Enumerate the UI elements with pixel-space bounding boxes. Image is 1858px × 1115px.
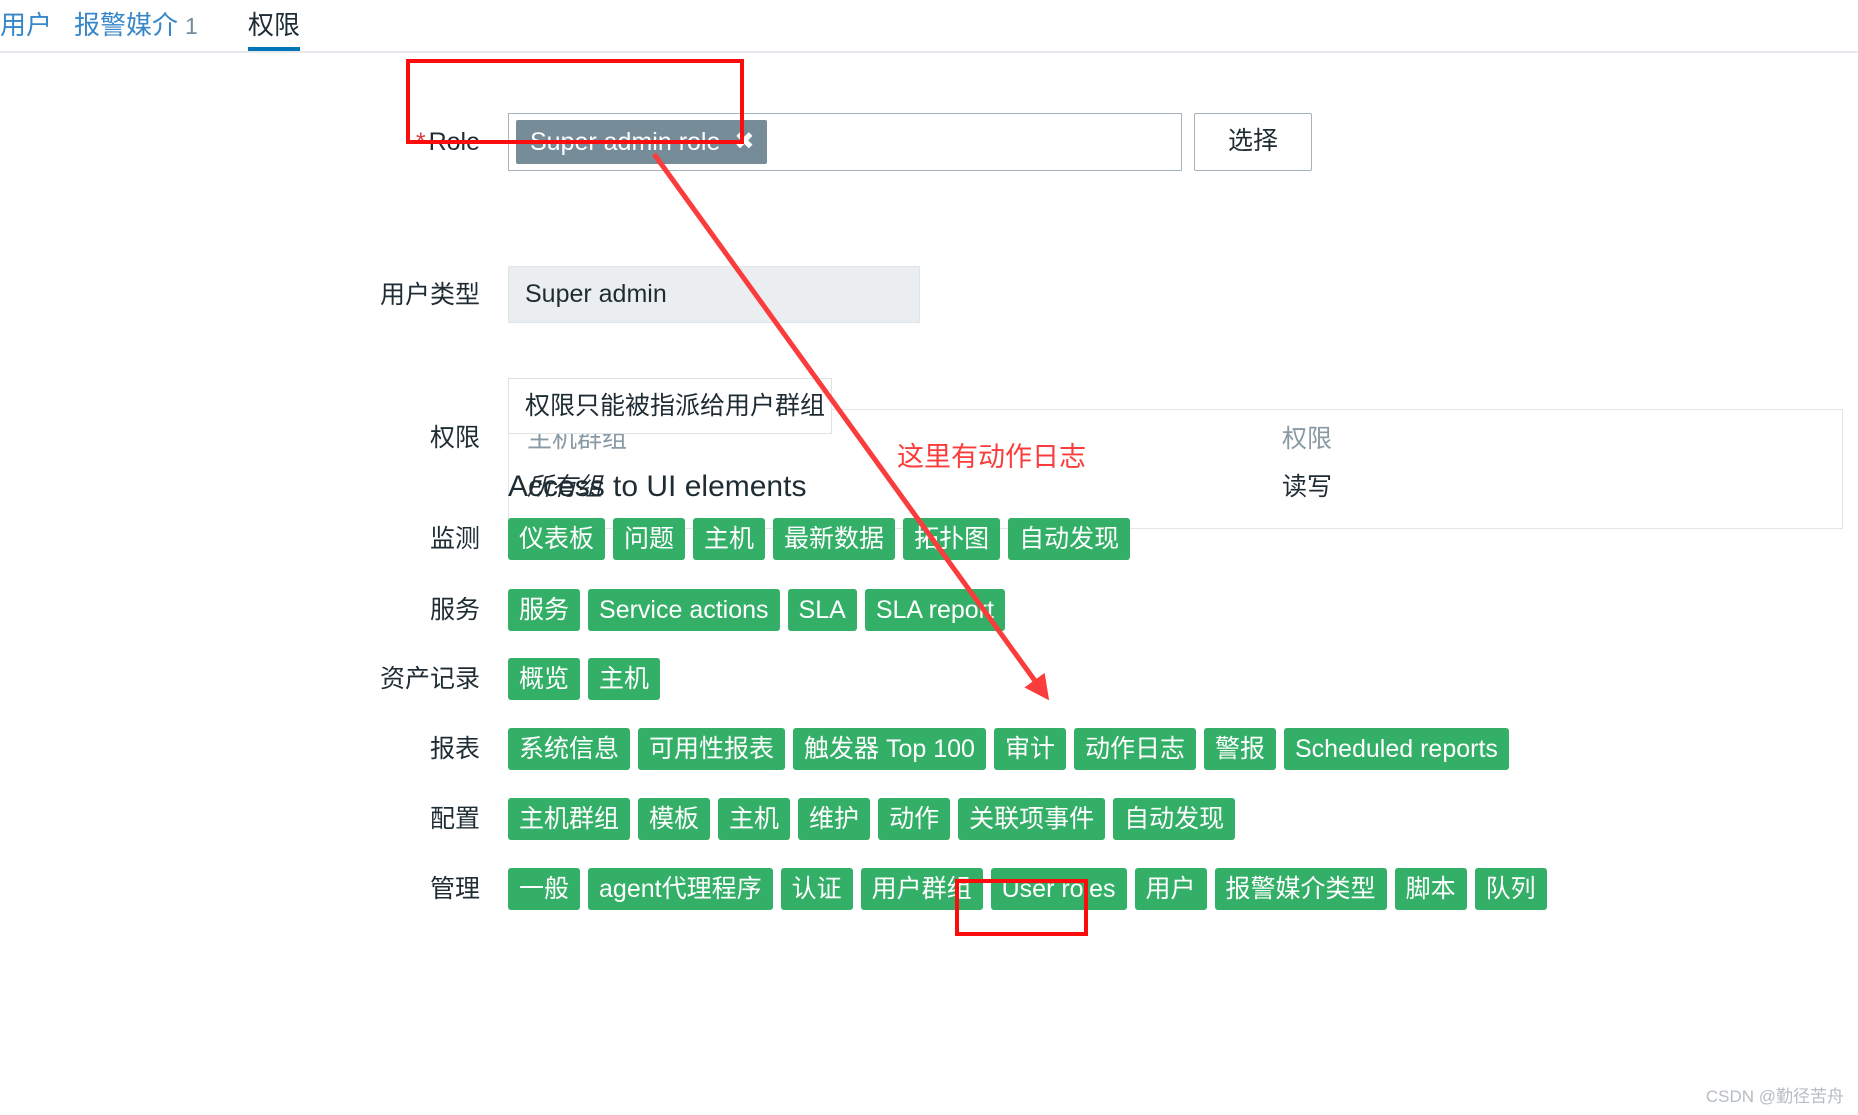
annotation-note-text: 这里有动作日志 <box>897 442 1086 472</box>
role-label: * Role <box>250 127 480 157</box>
ui-access-group-1: 服务 服务 Service actions SLA SLA report <box>0 589 1858 635</box>
ui-access-badge: 自动发现 <box>1008 518 1131 560</box>
ui-access-badge: 自动发现 <box>1113 798 1236 840</box>
ui-access-badge: 拓扑图 <box>903 518 1001 560</box>
tab-bar: 用户 报警媒介 1 权限 <box>0 0 1858 53</box>
ui-access-badge: 概览 <box>508 658 581 700</box>
ui-access-badge: 服务 <box>508 589 581 631</box>
ui-access-badge: 审计 <box>993 728 1066 770</box>
ui-access-badge: 队列 <box>1474 868 1547 910</box>
ui-access-badge: SLA report <box>864 589 1005 631</box>
ui-access-badge: 问题 <box>613 518 686 560</box>
ui-access-group-label: 管理 <box>429 875 480 903</box>
ui-access-group-label: 报表 <box>429 735 480 763</box>
ui-access-badge: 报警媒介类型 <box>1214 868 1387 910</box>
ui-access-badge-list: 一般 agent代理程序 认证 用户群组 User roles 用户 报警媒介类型 脚本 队列 <box>508 868 1555 910</box>
ui-access-group-2: 资产记录 概览 主机 <box>0 658 1858 704</box>
permissions-notice: 权限只能被指派给用户群组 <box>508 378 832 434</box>
ui-access-badge: SLA <box>787 589 857 631</box>
tab-users-label: 用户 <box>0 10 53 40</box>
ui-access-badge: 维护 <box>798 798 871 840</box>
tab-media-label: 报警媒介 <box>74 10 179 40</box>
user-type-label: 用户类型 <box>379 281 480 309</box>
ui-access-badge-list: 系统信息 可用性报表 触发器 Top 100 审计 动作日志 警报 Scheduled re… <box>508 728 1517 770</box>
ui-access-badge-list: 主机群组 模板 主机 维护 动作 关联项事件 自动发现 <box>508 798 1243 840</box>
user-type-value: Super admin <box>508 266 920 323</box>
tab-media-count: 1 <box>185 13 198 39</box>
required-asterisk: * <box>415 128 426 156</box>
ui-access-group-0: 监测 仪表板 问题 主机 最新数据 拓扑图 自动发现 <box>0 518 1858 564</box>
ui-access-badge: 主机 <box>718 798 791 840</box>
watermark: CSDN @勤径苦舟 <box>1705 1087 1844 1106</box>
ui-access-group-label: 资产记录 <box>379 665 480 693</box>
ui-access-badge: 用户 <box>1134 868 1207 910</box>
ui-access-badge: 主机群组 <box>508 798 631 840</box>
close-icon[interactable]: ✖ <box>734 120 754 164</box>
ui-access-badge: 认证 <box>780 868 853 910</box>
ui-access-badge-list: 服务 Service actions SLA SLA report <box>508 589 1013 631</box>
ui-access-badge: 动作日志 <box>1073 728 1196 770</box>
tab-media[interactable]: 报警媒介 1 <box>74 6 198 51</box>
ui-access-group-label: 监测 <box>429 525 480 553</box>
role-chip-label: Super admin role <box>530 128 721 156</box>
permissions-label: 权限 <box>429 424 480 452</box>
ui-access-group-4: 配置 主机群组 模板 主机 维护 动作 关联项事件 自动发现 <box>0 798 1858 844</box>
ui-access-badge: 警报 <box>1203 728 1276 770</box>
ui-access-heading: Access to UI elements <box>508 470 807 503</box>
ui-access-group-label: 配置 <box>429 805 480 833</box>
permissions-column-header-permission: 权限 <box>1282 425 1333 453</box>
ui-access-badge: 模板 <box>638 798 711 840</box>
ui-access-badge: 动作 <box>878 798 951 840</box>
ui-access-badge: 用户群组 <box>860 868 983 910</box>
ui-access-group-3: 报表 系统信息 可用性报表 触发器 Top 100 审计 动作日志 警报 Scheduled … <box>0 728 1858 774</box>
table-row-permission: 读写 <box>1282 473 1333 501</box>
tab-users[interactable]: 用户 <box>0 6 52 51</box>
ui-access-group-5: 管理 一般 agent代理程序 认证 用户群组 User roles 用户 报警媒介类型 脚本队… <box>0 868 1858 914</box>
ui-access-badge-list: 概览 主机 <box>508 658 668 700</box>
ui-access-badge: 关联项事件 <box>958 798 1106 840</box>
ui-access-badge: 一般 <box>508 868 581 910</box>
role-chip: Super admin role ✖ <box>516 120 767 164</box>
ui-access-badge: 最新数据 <box>773 518 896 560</box>
tab-permissions[interactable]: 权限 <box>248 6 301 51</box>
ui-access-badge-list: 仪表板 问题 主机 最新数据 拓扑图 自动发现 <box>508 518 1138 560</box>
tab-permissions-label: 权限 <box>248 10 301 40</box>
ui-access-badge: Scheduled reports <box>1284 728 1509 770</box>
role-label-text: Role <box>428 128 480 156</box>
ui-access-badge: Service actions <box>588 589 780 631</box>
ui-access-badge: 主机 <box>588 658 661 700</box>
ui-access-badge: 脚本 <box>1394 868 1467 910</box>
ui-access-badge: 仪表板 <box>508 518 606 560</box>
select-role-button[interactable]: 选择 <box>1194 113 1312 171</box>
ui-access-badge: agent代理程序 <box>588 868 773 910</box>
ui-access-badge: 可用性报表 <box>638 728 786 770</box>
ui-access-badge: 系统信息 <box>508 728 631 770</box>
role-multiselect-input[interactable]: Super admin role ✖ <box>508 113 1182 171</box>
ui-access-group-label: 服务 <box>429 596 480 624</box>
ui-access-badge: 触发器 Top 100 <box>793 728 986 770</box>
ui-access-badge: 主机 <box>693 518 766 560</box>
ui-access-badge: User roles <box>990 868 1127 910</box>
